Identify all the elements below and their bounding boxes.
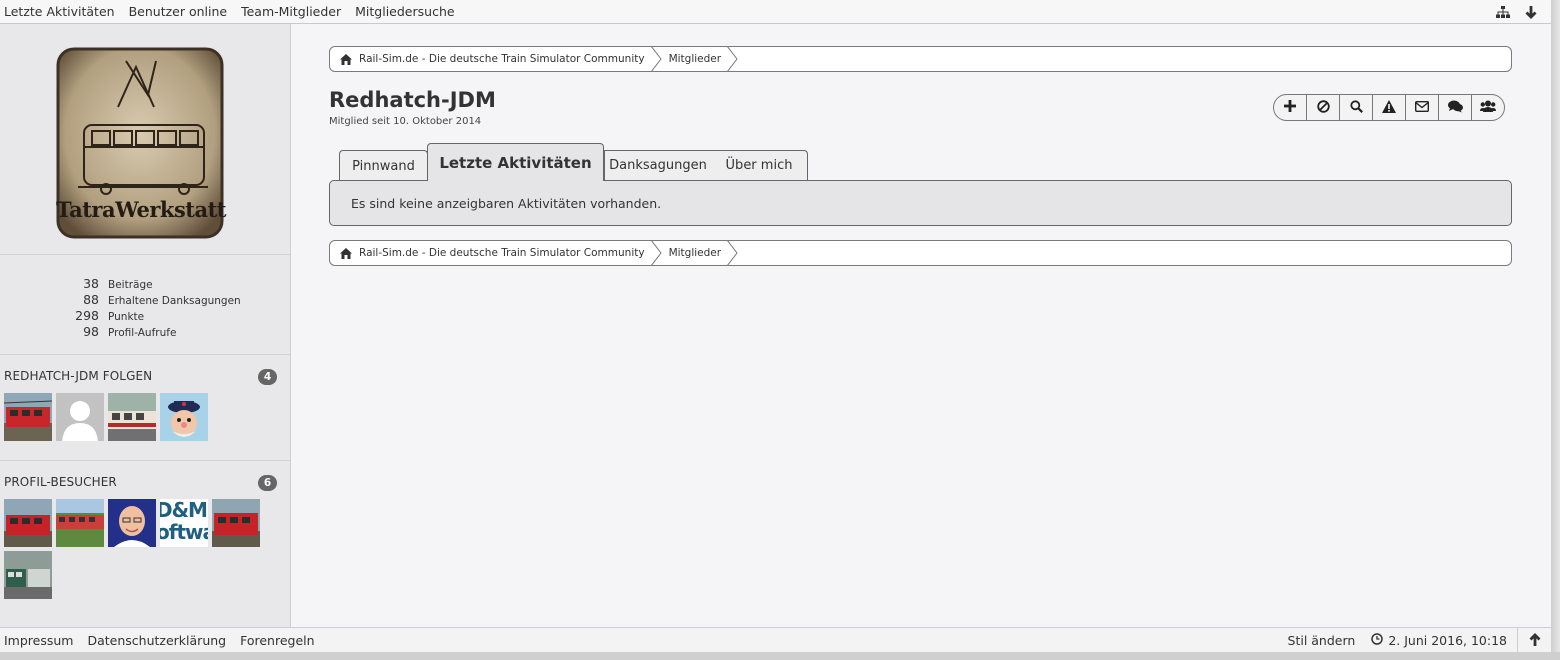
following-avatar-cartoon[interactable] [160, 393, 208, 441]
breadcrumb-members[interactable]: Mitglieder [665, 241, 736, 265]
breadcrumb: Rail-Sim.de - Die deutsche Train Simulat… [329, 46, 1512, 72]
page-title: Redhatch-JDM [329, 88, 496, 112]
stat-points[interactable]: 298 Punkte [60, 308, 280, 324]
change-style-link[interactable]: Stil ändern [1288, 633, 1356, 648]
report-button[interactable] [1373, 95, 1406, 120]
visitors-list: D&M oftwar [4, 499, 264, 599]
avatar-text: TatraWerkstatt [56, 197, 226, 222]
visitors-heading: PROFIL-BESUCHER [4, 475, 117, 489]
topbar-icons [1495, 4, 1539, 20]
breadcrumb-bottom: Rail-Sim.de - Die deutsche Train Simulat… [329, 240, 1512, 266]
profile-sidebar: TatraWerkstatt 38 Beiträge 88 Erhaltene … [0, 24, 291, 627]
warning-icon [1382, 99, 1396, 116]
tab-wall[interactable]: Pinnwand [339, 150, 428, 181]
search-content-button[interactable] [1340, 95, 1373, 120]
footer-privacy-link[interactable]: Datenschutzerklärung [87, 633, 226, 648]
friends-button[interactable] [1472, 95, 1504, 120]
home-icon [340, 247, 352, 259]
sidebar-divider [0, 460, 290, 461]
comments-icon [1447, 100, 1463, 116]
stat-label: Beiträge [108, 279, 153, 291]
tab-latest-activities[interactable]: Letzte Aktivitäten [427, 143, 604, 181]
breadcrumb-home[interactable]: Rail-Sim.de - Die deutsche Train Simulat… [330, 241, 659, 265]
window-bottom-edge [0, 652, 1560, 660]
search-icon [1349, 99, 1363, 116]
users-icon [1480, 100, 1496, 116]
datetime-text: 2. Juni 2016, 10:18 [1388, 633, 1507, 648]
profile-action-buttons [1273, 94, 1505, 121]
following-avatar-default[interactable] [56, 393, 104, 441]
nav-users-online[interactable]: Benutzer online [129, 4, 228, 19]
breadcrumb-home[interactable]: Rail-Sim.de - Die deutsche Train Simulat… [330, 47, 659, 71]
breadcrumb-home-label: Rail-Sim.de - Die deutsche Train Simulat… [359, 247, 645, 259]
following-list [4, 393, 264, 441]
sidebar-divider [0, 354, 290, 355]
user-stats: 38 Beiträge 88 Erhaltene Danksagungen 29… [60, 276, 280, 340]
top-navigation-bar: Letzte Aktivitäten Benutzer online Team-… [0, 0, 1551, 24]
sidebar-divider [0, 254, 290, 255]
stat-thanks[interactable]: 88 Erhaltene Danksagungen [60, 292, 280, 308]
following-avatar-train[interactable] [4, 393, 52, 441]
stat-label: Erhaltene Danksagungen [108, 295, 241, 307]
activity-content: Es sind keine anzeigbaren Aktivitäten vo… [329, 180, 1512, 226]
following-avatar-tram[interactable] [108, 393, 156, 441]
scroll-to-top-button[interactable] [1517, 628, 1551, 652]
footer-rules-link[interactable]: Forenregeln [240, 633, 314, 648]
visitor-avatar-train[interactable] [4, 499, 52, 547]
follow-button[interactable] [1274, 95, 1307, 120]
footer-imprint-link[interactable]: Impressum [4, 633, 73, 648]
window-right-edge [1551, 0, 1560, 660]
visitor-avatar-railcar[interactable] [56, 499, 104, 547]
sitemap-icon[interactable] [1495, 4, 1511, 20]
stat-label: Punkte [108, 311, 145, 323]
app-window: Letzte Aktivitäten Benutzer online Team-… [0, 0, 1551, 652]
visitor-logo-text: D&M oftwar [160, 499, 208, 544]
stat-value: 38 [83, 276, 99, 291]
clock-icon [1371, 633, 1384, 648]
stat-value: 298 [75, 308, 99, 323]
following-heading: REDHATCH-JDM FOLGEN [4, 369, 153, 383]
breadcrumb-members-label: Mitglieder [668, 247, 722, 259]
visitor-avatar-portrait[interactable] [108, 499, 156, 547]
nav-member-search[interactable]: Mitgliedersuche [355, 4, 454, 19]
visitor-avatar-train-2[interactable] [212, 499, 260, 547]
avatar[interactable]: TatraWerkstatt [56, 47, 226, 239]
stat-value: 98 [83, 324, 99, 339]
ignore-button[interactable] [1307, 95, 1340, 120]
conversation-button[interactable] [1439, 95, 1472, 120]
tab-about-me[interactable]: Über mich [717, 150, 801, 181]
nav-latest-activities[interactable]: Letzte Aktivitäten [4, 4, 115, 19]
footer-right: Stil ändern 2. Juni 2016, 10:18 [1288, 628, 1551, 652]
current-datetime: 2. Juni 2016, 10:18 [1371, 633, 1507, 648]
breadcrumb-members-label: Mitglieder [668, 53, 722, 65]
member-since: Mitglied seit 10. Oktober 2014 [329, 116, 482, 127]
visitor-avatar-logo[interactable]: D&M oftwar [160, 499, 208, 547]
stat-value: 88 [83, 292, 99, 307]
envelope-icon [1414, 100, 1430, 115]
footer-bar: Impressum Datenschutzerklärung Forenrege… [0, 627, 1551, 652]
home-icon [340, 53, 352, 65]
stat-profile-views[interactable]: 98 Profil-Aufrufe [60, 324, 280, 340]
tab-thanks[interactable]: Danksagungen [607, 150, 709, 181]
stat-posts[interactable]: 38 Beiträge [60, 276, 280, 292]
visitors-count-badge: 6 [258, 475, 277, 491]
plus-icon [1284, 100, 1296, 115]
breadcrumb-home-label: Rail-Sim.de - Die deutsche Train Simulat… [359, 53, 645, 65]
following-count-badge: 4 [258, 369, 277, 385]
breadcrumb-members[interactable]: Mitglieder [665, 47, 736, 71]
ban-icon [1316, 99, 1330, 116]
send-message-button[interactable] [1406, 95, 1439, 120]
stat-label: Profil-Aufrufe [108, 327, 177, 339]
nav-team-members[interactable]: Team-Mitglieder [241, 4, 341, 19]
arrow-down-icon[interactable] [1523, 4, 1539, 20]
visitor-avatar-depot[interactable] [4, 551, 52, 599]
arrow-up-icon [1529, 632, 1541, 649]
empty-message: Es sind keine anzeigbaren Aktivitäten vo… [351, 195, 662, 211]
